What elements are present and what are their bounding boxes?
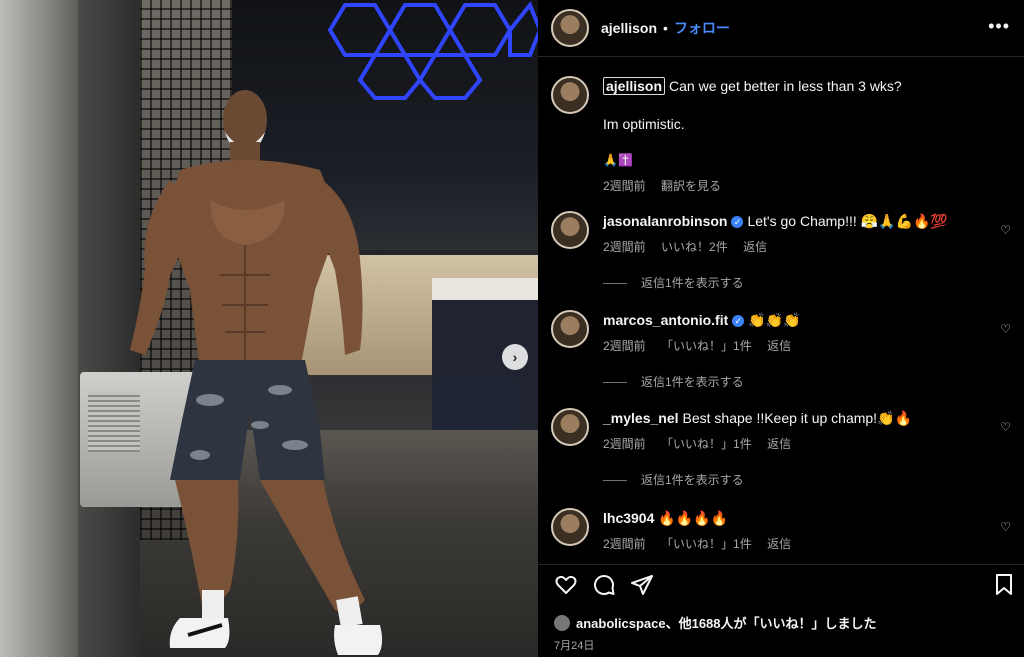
author-avatar[interactable] (551, 9, 589, 47)
comment-likes[interactable]: 「いいね！」1件 (661, 537, 752, 551)
comment-username[interactable]: _myles_nel (603, 410, 679, 426)
action-bar (538, 564, 1024, 605)
comment-avatar[interactable] (551, 408, 589, 446)
comment-avatar[interactable] (551, 211, 589, 249)
comment-time: 2週間前 (603, 240, 646, 254)
reply-button[interactable]: 返信 (767, 437, 791, 451)
left-wall (0, 0, 78, 657)
comment-likes[interactable]: いいね！2件 (661, 240, 728, 254)
comment-text: Let's go Champ!!! 😤🙏💪🔥💯 (747, 213, 948, 229)
view-replies[interactable]: 返信1件を表示する (603, 471, 744, 488)
comment-body: _myles_nel Best shape !!Keep it up champ!… (603, 408, 983, 454)
comment-username[interactable]: jasonalanrobinson (603, 213, 727, 229)
next-image-button[interactable]: › (502, 344, 528, 370)
more-icon[interactable]: ••• (988, 16, 1010, 37)
comment-text: 👏👏👏 (748, 312, 801, 328)
caption-body: ajellison Can we get better in less than … (603, 76, 983, 196)
caption-avatar[interactable] (551, 76, 589, 114)
comment-time: 2週間前 (603, 339, 646, 353)
comment-username[interactable]: lhc3904 (603, 510, 654, 526)
replies-line (603, 283, 627, 285)
caption-line-2: Im optimistic. (603, 116, 685, 132)
comment-time: 2週間前 (603, 437, 646, 451)
comment-text: Best shape !!Keep it up champ!👏🔥 (682, 410, 912, 426)
replies-line (603, 382, 627, 384)
comment-avatar[interactable] (551, 310, 589, 348)
athlete-figure (130, 90, 383, 655)
comment-body: jasonalanrobinson ✓ Let's go Champ!!! 😤🙏💪🔥… (603, 211, 983, 257)
comment-avatar[interactable] (551, 508, 589, 546)
share-icon[interactable] (630, 573, 654, 597)
comment-body: marcos_antonio.fit ✓ 👏👏👏 2週間前 「いいね！」1件 返信 (603, 310, 983, 356)
comment-meta: 2週間前 「いいね！」1件 返信 (603, 534, 983, 554)
reply-button[interactable]: 返信 (743, 240, 767, 254)
post-header: ajellison • フォロー ••• (538, 0, 1024, 57)
comment-text: 🔥🔥🔥🔥 (658, 510, 729, 526)
translate-link[interactable]: 翻訳を見る (661, 179, 721, 193)
reply-button[interactable]: 返信 (767, 537, 791, 551)
replies-line (603, 480, 627, 482)
view-replies[interactable]: 返信1件を表示する (603, 373, 744, 390)
view-replies[interactable]: 返信1件を表示する (603, 274, 744, 291)
heart-icon[interactable] (554, 573, 578, 597)
comment-meta: 2週間前 「いいね！」1件 返信 (603, 434, 983, 454)
next-arrow-icon: › (512, 349, 518, 365)
view-replies-label: 返信1件を表示する (641, 473, 744, 487)
caption-username[interactable]: ajellison (603, 77, 666, 95)
likes-summary-text: anabolicspace、他1688人が「いいね！」しました (576, 616, 877, 631)
view-replies-label: 返信1件を表示する (641, 375, 744, 389)
comment-icon[interactable] (592, 573, 616, 597)
save-icon[interactable] (994, 573, 1014, 597)
caption-time: 2週間前 (603, 179, 646, 193)
likes-summary[interactable]: anabolicspace、他1688人が「いいね！」しました (554, 613, 877, 632)
verified-icon: ✓ (732, 315, 745, 328)
comment-heart-icon[interactable]: ♡ (1000, 420, 1011, 434)
reply-button[interactable]: 返信 (767, 339, 791, 353)
separator-dot: • (663, 20, 668, 36)
view-replies-label: 返信1件を表示する (641, 276, 744, 290)
author-username[interactable]: ajellison (601, 20, 657, 36)
post-photo[interactable]: › (0, 0, 538, 657)
post-side-panel: ajellison • フォロー ••• ajellison Can we get… (538, 0, 1024, 657)
post-date: 7月24日 (554, 640, 595, 652)
comment-heart-icon[interactable]: ♡ (1000, 520, 1011, 534)
caption-emoji: 🙏✝️ (603, 153, 633, 167)
comment-meta: 2週間前 いいね！2件 返信 (603, 237, 983, 257)
comment-username[interactable]: marcos_antonio.fit (603, 312, 728, 328)
comment-heart-icon[interactable]: ♡ (1000, 322, 1011, 336)
follow-button[interactable]: フォロー (674, 18, 730, 38)
caption-meta: 2週間前 翻訳を見る (603, 176, 983, 196)
comment-meta: 2週間前 「いいね！」1件 返信 (603, 336, 983, 356)
comment-likes[interactable]: 「いいね！」1件 (661, 437, 752, 451)
comments-list[interactable]: ajellison Can we get better in less than … (538, 56, 1024, 556)
comment-likes[interactable]: 「いいね！」1件 (661, 339, 752, 353)
liker-avatar (554, 614, 570, 631)
verified-icon: ✓ (731, 216, 744, 229)
comment-heart-icon[interactable]: ♡ (1000, 223, 1011, 237)
caption-line-1: Can we get better in less than 3 wks? (669, 78, 902, 94)
comment-body: lhc3904 🔥🔥🔥🔥 2週間前 「いいね！」1件 返信 (603, 508, 983, 554)
comment-time: 2週間前 (603, 537, 646, 551)
